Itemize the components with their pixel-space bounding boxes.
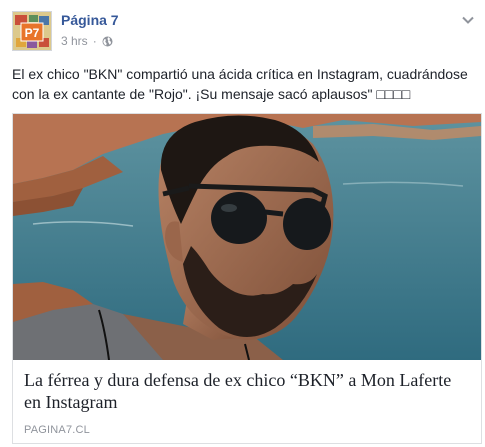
page-logo-icon: P7: [13, 12, 51, 50]
page-avatar[interactable]: P7: [12, 11, 52, 51]
chevron-down-icon[interactable]: [461, 12, 475, 24]
globe-icon[interactable]: [102, 36, 113, 47]
post-meta: 3 hrs ·: [61, 34, 113, 48]
post-timestamp[interactable]: 3 hrs: [61, 34, 88, 48]
avatar-text: P7: [25, 26, 40, 40]
link-preview-image[interactable]: [13, 114, 481, 360]
link-preview-title[interactable]: La férrea y dura defensa de ex chico “BK…: [24, 369, 472, 413]
link-preview-domain: PAGINA7.CL: [24, 424, 90, 436]
link-preview-card[interactable]: La férrea y dura defensa de ex chico “BK…: [12, 113, 482, 444]
meta-separator: ·: [92, 34, 97, 48]
page-name-link[interactable]: Página 7: [61, 12, 119, 28]
facebook-post: P7 Página 7 3 hrs · El ex chico "BKN" co…: [0, 0, 485, 447]
post-message: El ex chico "BKN" compartió una ácida cr…: [12, 66, 468, 102]
